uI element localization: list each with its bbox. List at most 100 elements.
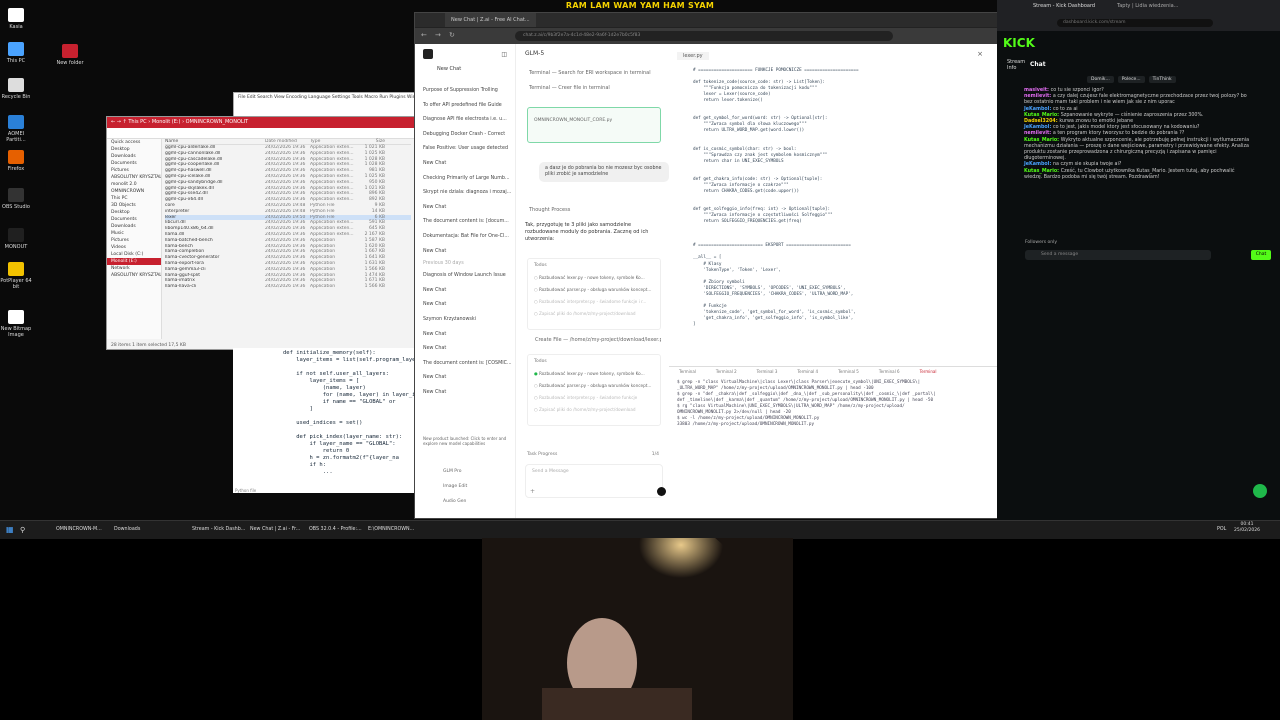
explorer-nav-item[interactable]: Desktop	[107, 146, 161, 153]
sidebar-chat-item[interactable]: New Chat	[415, 298, 515, 313]
chat-username[interactable]: Kutas_Mario:	[1024, 138, 1061, 143]
header-type[interactable]: Type	[310, 139, 355, 144]
sidebar-chat-item[interactable]: New Chat	[415, 386, 515, 401]
terminal-tab[interactable]: Terminal 3	[747, 367, 788, 377]
chat-username[interactable]: Kutas_Mario:	[1024, 169, 1061, 174]
sidebar-chat-item[interactable]: New Chat	[415, 328, 515, 343]
sidebar-chat-item[interactable]: New Chat	[415, 342, 515, 357]
explorer-nav-item[interactable]: Pictures	[107, 237, 161, 244]
desktop-icon-4[interactable]: Firefox	[0, 150, 32, 172]
reload-icon[interactable]: ↻	[449, 31, 455, 39]
explorer-nav-item[interactable]: ABSOLUTNY KRYSZTAL	[107, 272, 161, 279]
explorer-nav-item[interactable]: Music	[107, 230, 161, 237]
sidebar-chat-item[interactable]: Diagnose API file electrosta i.e. u...	[415, 113, 515, 128]
model-selector[interactable]: GLM-5	[517, 44, 669, 63]
explorer-nav-item[interactable]: Downloads	[107, 223, 161, 230]
taskbar-app[interactable]: OBS 32.0.4 - Profile:...	[305, 523, 366, 537]
sidebar-chat-item[interactable]: New Chat	[415, 371, 515, 386]
sidebar-chat-item[interactable]: New Chat	[415, 201, 515, 216]
sidebar-chat-item[interactable]: Dokumentacja: Bat File for One-Cl...	[415, 230, 515, 245]
header-size[interactable]: Size	[355, 139, 385, 144]
terminal-tab[interactable]: Terminal	[910, 367, 947, 377]
explorer-nav-item[interactable]: Videos	[107, 244, 161, 251]
new-folder-desktop-icon[interactable]: New folder	[54, 44, 86, 66]
stream-info[interactable]: Stream Info	[1007, 59, 1025, 71]
chat-username[interactable]: Dadsel3204:	[1024, 119, 1059, 124]
explorer-breadcrumb[interactable]: ← → ↑ This PC › Monolit (E:) › OMNINCROW…	[107, 117, 415, 128]
desktop-icon-8[interactable]: New Bitmap Image	[0, 310, 32, 338]
close-panel-icon[interactable]: ×	[977, 50, 983, 58]
explorer-nav-item[interactable]: 3D Objects	[107, 202, 161, 209]
terminal-tab[interactable]: Terminal 6	[869, 367, 910, 377]
upgrade-promo[interactable]: New product launched: Click to enter and…	[423, 436, 507, 446]
sidebar-chat-item[interactable]: To offer API predefined file Guide	[415, 99, 515, 114]
back-icon[interactable]: ←	[421, 31, 427, 39]
chat-username[interactable]: JeKambol:	[1024, 162, 1053, 167]
browser-window[interactable]: New Chat | Z.ai - Free AI Chat... ← → ↻ …	[414, 12, 998, 519]
chat-username[interactable]: Kutas_Mario:	[1024, 113, 1061, 118]
stop-generation-icon[interactable]	[657, 487, 666, 496]
forward-icon[interactable]: →	[435, 31, 441, 39]
chat-username[interactable]: JeKambol:	[1024, 107, 1053, 112]
kick-browser-window[interactable]: Stream - Kick Dashboard Tapty | Lidia wi…	[997, 0, 1280, 520]
sidebar-chat-item[interactable]: The document content is: [COSMIC...	[415, 357, 515, 372]
sidebar-chat-item[interactable]: New Chat	[415, 245, 515, 260]
chat-send-button[interactable]: Chat	[1251, 250, 1271, 260]
desktop-icon-5[interactable]: OBS Studio	[0, 188, 32, 210]
terminal-tab[interactable]: Terminal 2	[706, 367, 747, 377]
attached-file-card[interactable]: OMNINCROWN_MONOLIT_CORE.py	[527, 107, 661, 143]
terminal-tab[interactable]: Terminal 5	[828, 367, 869, 377]
sidebar-toggle-icon[interactable]: ◫	[501, 51, 507, 58]
kick-badge[interactable]: Domik...	[1087, 76, 1114, 83]
desktop-icon-3[interactable]: AOMEI Partiti...	[0, 115, 32, 143]
search-icon[interactable]: ⚲	[16, 523, 29, 537]
header-date[interactable]: Date modified	[265, 139, 310, 144]
explorer-nav-item[interactable]: Monolit (E:)	[107, 258, 161, 265]
sidebar-chat-item[interactable]: Skrypt nie dziala: diagnoza i mozaj...	[415, 186, 515, 201]
terminal-tab[interactable]: Terminal	[669, 367, 706, 377]
explorer-nav-item[interactable]: Pictures	[107, 167, 161, 174]
sidebar-chat-item[interactable]: New Chat	[415, 284, 515, 299]
file-explorer-window[interactable]: ← → ↑ This PC › Monolit (E:) › OMNINCROW…	[106, 116, 416, 350]
sidebar-chat-item[interactable]: The document content is: [docum...	[415, 215, 515, 230]
explorer-nav-item[interactable]: ABSOLUTNY KRYSZTAL	[107, 174, 161, 181]
desktop-icon-0[interactable]: Kasia	[0, 8, 32, 30]
explorer-nav-item[interactable]: Network	[107, 265, 161, 272]
taskbar-clock[interactable]: 00:41 25/02/2026	[1234, 522, 1260, 534]
kick-tab[interactable]: Stream - Kick Dashboard	[1033, 3, 1095, 9]
task-progress[interactable]: Task Progress 1/4	[527, 452, 659, 457]
kick-badge[interactable]: Polece...	[1117, 76, 1145, 83]
promo-item[interactable]: Image Edit	[443, 479, 467, 494]
chat-input-box[interactable]: Send a Message +	[525, 464, 666, 498]
taskbar-app[interactable]: Downloads	[110, 523, 144, 537]
send-message-input[interactable]: Send a message	[1025, 250, 1211, 260]
explorer-nav-pane[interactable]: Quick access Desktop Downloads Documents Pic…	[107, 139, 162, 339]
explorer-nav-item[interactable]: Quick access	[107, 139, 161, 146]
editor-file-tab[interactable]: lexer.py	[677, 52, 709, 60]
sidebar-chat-item[interactable]: Purpose of Suppression Trolling	[415, 84, 515, 99]
sidebar-chat-item[interactable]: Checking Primarily of Large Numb...	[415, 172, 515, 187]
explorer-file-row[interactable]: llama-llava-cli 24/02/2026 19:36 Applicati…	[165, 284, 411, 290]
chat-username[interactable]: nemilevit:	[1024, 94, 1053, 99]
header-name[interactable]: Name	[165, 139, 265, 144]
desktop-icon-1[interactable]: This PC	[0, 42, 32, 64]
explorer-nav-item[interactable]: Documents	[107, 160, 161, 167]
explorer-nav-item[interactable]: OMNINCROWN	[107, 188, 161, 195]
promo-item[interactable]: GLM Pro	[443, 464, 467, 479]
chat-username[interactable]: nemilevit:	[1024, 131, 1053, 136]
desktop-icon-7[interactable]: PotPlayer 64 bit	[0, 262, 32, 290]
sidebar-chat-item[interactable]: New Chat	[415, 157, 515, 172]
terminal-tab[interactable]: Terminal 4	[787, 367, 828, 377]
explorer-nav-item[interactable]: This PC	[107, 195, 161, 202]
kick-badge[interactable]: TinThink	[1148, 76, 1176, 83]
kick-address-bar[interactable]: dashboard.kick.com/stream	[1057, 19, 1213, 27]
sidebar-chat-item[interactable]: Szymon Krzyżanowski	[415, 313, 515, 328]
taskbar-app[interactable]: E:\OMNINCROWN...	[364, 523, 418, 537]
taskbar-app[interactable]: New Chat | Z.ai - Fr...	[246, 523, 304, 537]
thought-process[interactable]: Thought Process	[529, 207, 570, 213]
promo-item[interactable]: Audio Gen	[443, 494, 467, 509]
address-bar[interactable]: chat.z.ai/c/9b3f2e7a-4c1d-48e2-9a6f-1d2e…	[515, 31, 893, 41]
chat-username[interactable]: masiveit:	[1024, 88, 1051, 93]
browser-tab-zai[interactable]: New Chat | Z.ai - Free AI Chat...	[445, 13, 536, 27]
notepad-menu[interactable]: File Edit Search View Encoding Language …	[234, 93, 415, 102]
